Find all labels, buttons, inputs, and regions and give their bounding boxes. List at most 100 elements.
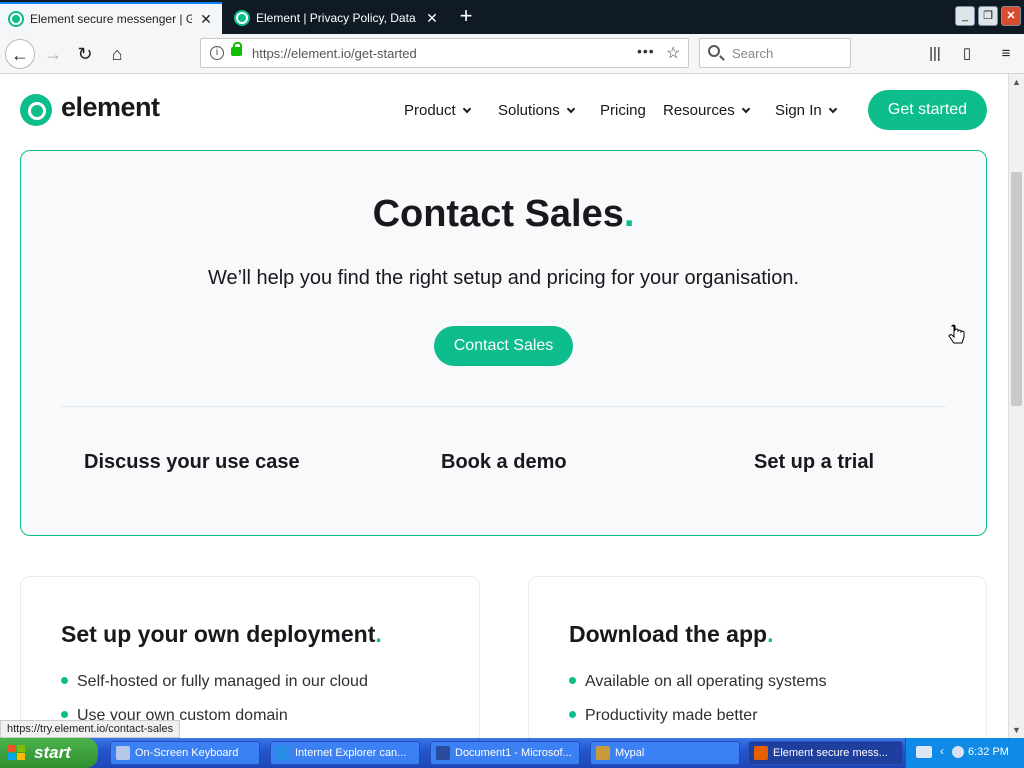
bookmark-star-icon[interactable]: ☆: [666, 43, 680, 63]
mypal-icon: [596, 746, 610, 760]
nav-pricing[interactable]: Pricing: [600, 102, 646, 119]
nav-resources[interactable]: Resources: [663, 102, 750, 119]
contact-sales-title-text: Contact Sales: [372, 193, 624, 235]
windows-flag-icon: [8, 745, 25, 760]
page-scrollbar[interactable]: ▲ ▼: [1008, 74, 1024, 738]
close-window-icon[interactable]: ✕: [1001, 6, 1021, 26]
download-title-text: Download the app: [569, 621, 768, 647]
chevron-down-icon: [566, 104, 575, 114]
new-tab-plus-icon[interactable]: +: [454, 4, 478, 30]
browser-navigation-bar: ← → ↻ ⌂ i https://element.io/get-started…: [0, 34, 1024, 74]
title-accent-dot: .: [623, 193, 635, 235]
element-favicon-icon: [234, 10, 250, 26]
taskbar-item-label: Element secure mess...: [773, 747, 888, 759]
scroll-down-arrow-icon[interactable]: ▼: [1009, 722, 1024, 738]
back-arrow-icon[interactable]: ←: [5, 39, 35, 69]
divider: [61, 406, 946, 407]
scroll-up-arrow-icon[interactable]: ▲: [1009, 74, 1024, 90]
clock: 6:32 PM: [968, 746, 1009, 758]
nav-sign-in[interactable]: Sign In: [775, 102, 837, 119]
firefox-icon: [754, 746, 768, 760]
chevron-down-icon: [741, 104, 750, 114]
forward-arrow-icon[interactable]: →: [38, 39, 68, 69]
list-item: Available on all operating systems: [569, 673, 827, 691]
windows-taskbar: start On-Screen Keyboard Internet Explor…: [0, 738, 1024, 768]
keyboard-tray-icon[interactable]: [916, 746, 932, 758]
search-placeholder: Search: [732, 46, 774, 61]
nav-label: Product: [404, 102, 456, 119]
tab-element-get-started[interactable]: Element secure messenger | Get s ✕: [0, 2, 222, 34]
tab-title: Element secure messenger | Get s: [30, 12, 192, 26]
option-discuss-use-case[interactable]: Discuss your use case: [84, 451, 300, 474]
chevron-down-icon: [462, 104, 471, 114]
nav-label: Pricing: [600, 102, 646, 119]
site-header: element Product Solutions Pricing Resour…: [0, 74, 1008, 148]
option-book-demo[interactable]: Book a demo: [441, 451, 567, 474]
home-icon[interactable]: ⌂: [102, 39, 132, 69]
nav-solutions[interactable]: Solutions: [498, 102, 575, 119]
close-tab-icon[interactable]: ✕: [198, 11, 214, 28]
taskbar-item-label: Internet Explorer can...: [295, 747, 407, 759]
option-set-up-trial[interactable]: Set up a trial: [754, 451, 874, 474]
contact-sales-button[interactable]: Contact Sales: [434, 326, 573, 366]
nav-label: Solutions: [498, 102, 560, 119]
address-bar[interactable]: i https://element.io/get-started ••• ☆: [200, 38, 689, 68]
title-accent-dot: .: [375, 621, 382, 647]
scrollbar-thumb[interactable]: [1011, 172, 1022, 406]
nav-label: Sign In: [775, 102, 822, 119]
minimize-window-icon[interactable]: _: [955, 6, 975, 26]
collapse-tray-icon[interactable]: ‹: [940, 744, 944, 758]
tab-element-privacy-policy[interactable]: Element | Privacy Policy, Data Pro ✕: [226, 2, 448, 34]
taskbar-item-label: Document1 - Microsof...: [455, 747, 572, 759]
taskbar-item-element-browser[interactable]: Element secure mess...: [748, 741, 903, 765]
list-item: Productivity made better: [569, 707, 758, 725]
menu-hamburger-icon[interactable]: ≡: [996, 44, 1016, 64]
taskbar-item-label: On-Screen Keyboard: [135, 747, 239, 759]
start-button[interactable]: start: [0, 738, 98, 768]
page-actions-icon[interactable]: •••: [637, 43, 655, 59]
hand-cursor-icon: [948, 324, 965, 344]
restore-window-icon[interactable]: ❐: [978, 6, 998, 26]
nav-product[interactable]: Product: [404, 102, 471, 119]
ie-icon: [276, 746, 290, 760]
deployment-card-title: Set up your own deployment.: [61, 621, 382, 648]
list-item: Self-hosted or fully managed in our clou…: [61, 673, 368, 691]
url-text[interactable]: https://element.io/get-started: [252, 46, 417, 61]
close-tab-icon[interactable]: ✕: [424, 10, 440, 27]
browser-tab-strip: Element secure messenger | Get s ✕ Eleme…: [0, 0, 1024, 34]
deployment-card: Set up your own deployment. Self-hosted …: [20, 576, 480, 738]
contact-sales-card: Contact Sales. We’ll help you find the r…: [20, 150, 987, 536]
reload-icon[interactable]: ↻: [70, 39, 100, 69]
web-page: element Product Solutions Pricing Resour…: [0, 74, 1008, 738]
taskbar-item-label: Mypal: [615, 747, 645, 759]
start-label: start: [34, 743, 71, 762]
download-app-card: Download the app. Available on all opera…: [528, 576, 987, 738]
volume-icon[interactable]: [952, 746, 964, 758]
info-icon[interactable]: i: [210, 46, 224, 60]
word-icon: [436, 746, 450, 760]
chevron-down-icon: [828, 104, 837, 114]
system-tray: ‹ 6:32 PM: [905, 738, 1024, 768]
taskbar-item-word-document[interactable]: Document1 - Microsof...: [430, 741, 580, 765]
library-icon[interactable]: |||: [925, 44, 945, 64]
title-accent-dot: .: [767, 621, 774, 647]
search-icon: [708, 45, 720, 57]
download-card-title: Download the app.: [569, 621, 773, 648]
brand-name[interactable]: element: [61, 92, 160, 123]
lock-icon[interactable]: [231, 42, 242, 56]
taskbar-item-mypal[interactable]: Mypal: [590, 741, 740, 765]
element-logo-icon[interactable]: [20, 94, 52, 126]
element-favicon-icon: [8, 11, 24, 27]
tab-title: Element | Privacy Policy, Data Pro: [256, 11, 418, 25]
taskbar-item-on-screen-keyboard[interactable]: On-Screen Keyboard: [110, 741, 260, 765]
search-input[interactable]: Search: [699, 38, 851, 68]
contact-sales-subtitle: We’ll help you find the right setup and …: [207, 267, 800, 289]
deployment-title-text: Set up your own deployment: [61, 621, 376, 647]
sidebar-icon[interactable]: ▯: [957, 44, 977, 64]
keyboard-icon: [116, 746, 130, 760]
nav-label: Resources: [663, 102, 735, 119]
get-started-button[interactable]: Get started: [868, 90, 987, 130]
taskbar-item-internet-explorer[interactable]: Internet Explorer can...: [270, 741, 420, 765]
link-status-bar: https://try.element.io/contact-sales: [0, 720, 181, 738]
contact-sales-title: Contact Sales.: [21, 193, 986, 236]
